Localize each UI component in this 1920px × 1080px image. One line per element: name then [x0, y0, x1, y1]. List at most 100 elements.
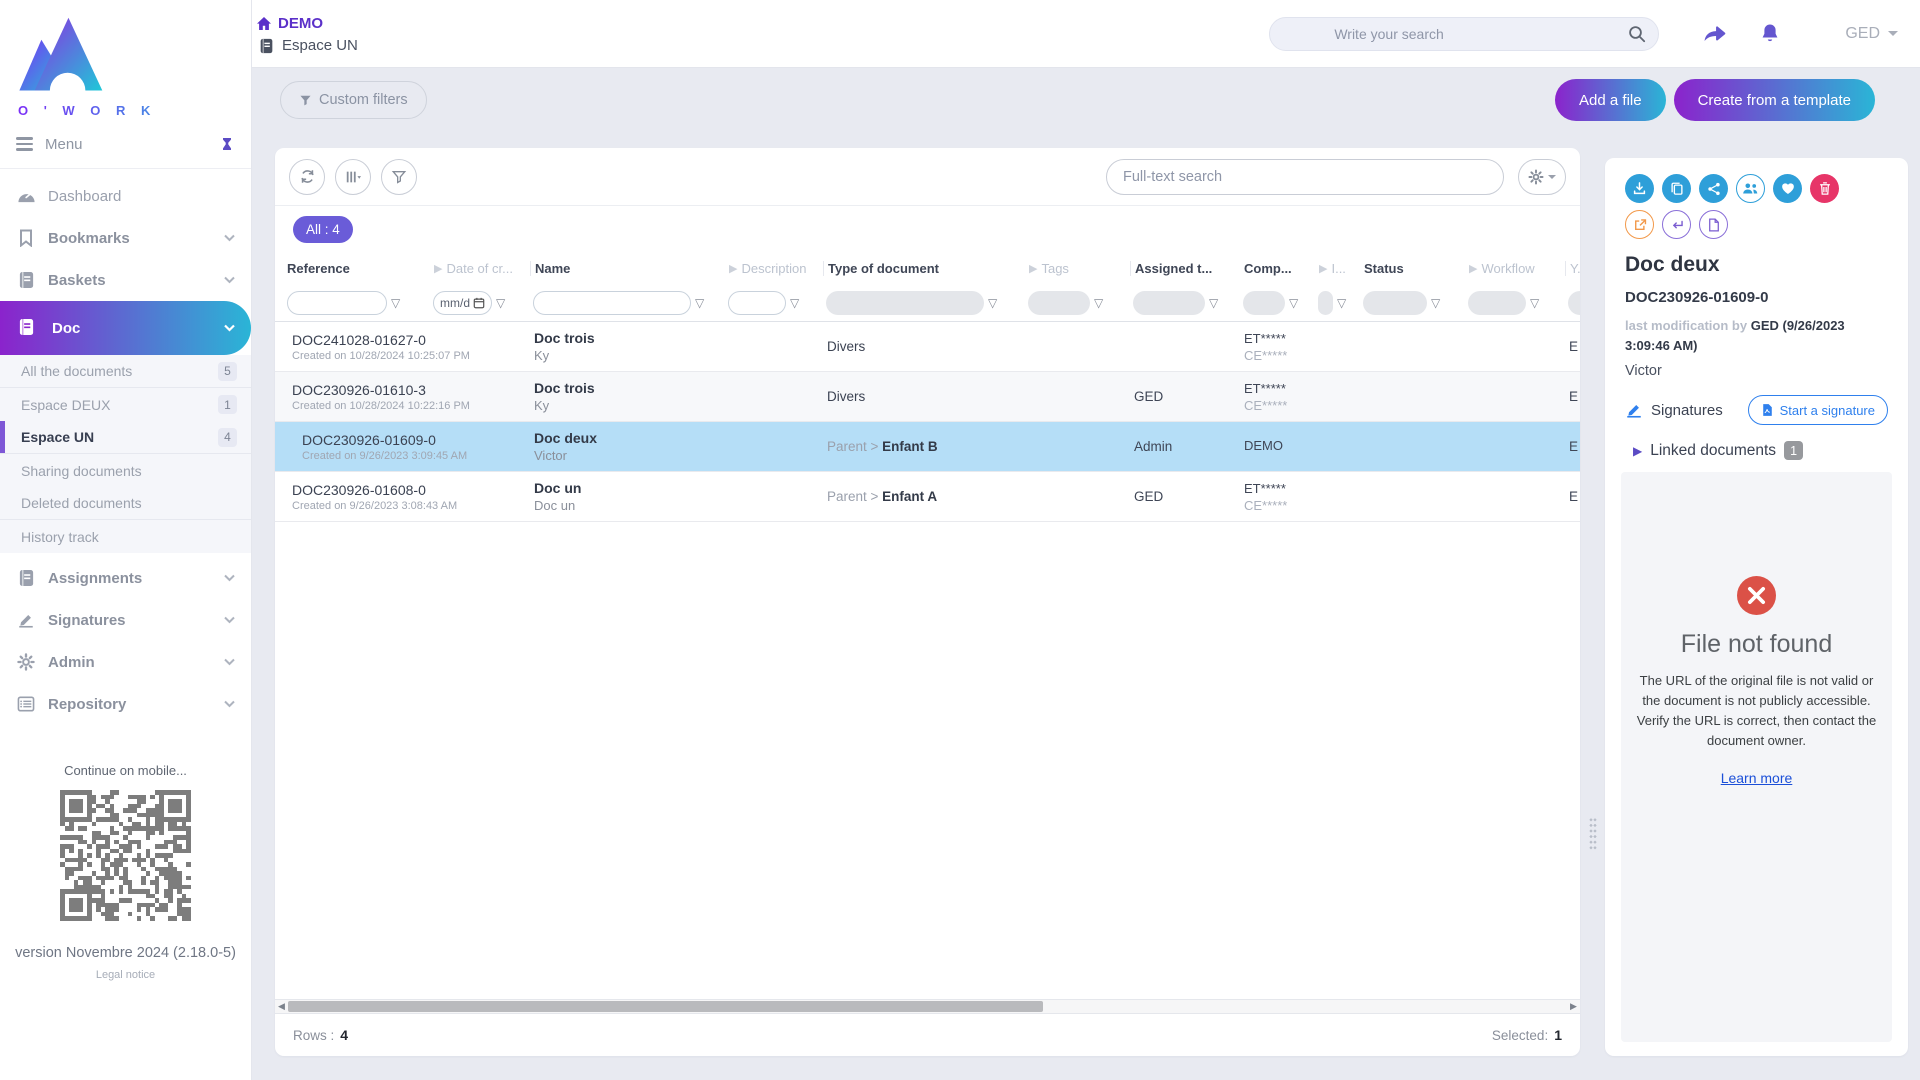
- admin-label: Admin: [48, 654, 224, 671]
- breadcrumb-page[interactable]: Espace UN: [259, 37, 358, 54]
- column-header-status[interactable]: Status: [1360, 261, 1465, 276]
- custom-filters-button[interactable]: Custom filters: [280, 81, 427, 119]
- funnel-icon[interactable]: ▽: [1530, 297, 1539, 309]
- filter-name-input[interactable]: [533, 291, 691, 315]
- fulltext-search-input[interactable]: [1123, 169, 1487, 185]
- document-reference: DOC230926-01608-0: [292, 482, 457, 498]
- brand-name: O ' W O R K: [18, 103, 251, 118]
- sidebar-item-repository[interactable]: Repository: [0, 683, 251, 725]
- funnel-icon[interactable]: ▽: [1431, 297, 1440, 309]
- menu-label: Menu: [45, 136, 219, 153]
- column-header-company[interactable]: Comp...: [1240, 261, 1315, 276]
- column-header-assigned-to[interactable]: Assigned t...: [1130, 261, 1240, 276]
- sidebar-item-espace-un[interactable]: Espace UN 4: [0, 421, 251, 454]
- copy-button[interactable]: [1662, 174, 1691, 203]
- notifications-bell-icon[interactable]: [1757, 21, 1783, 47]
- scroll-left-arrow[interactable]: ◀: [275, 999, 288, 1014]
- book-icon: [16, 568, 36, 588]
- search-icon[interactable]: [1628, 25, 1646, 43]
- panel-resize-handle[interactable]: [1589, 817, 1597, 851]
- open-external-button[interactable]: [1625, 210, 1654, 239]
- filter-tags-select[interactable]: [1028, 291, 1090, 315]
- account-menu[interactable]: GED: [1845, 25, 1898, 43]
- start-signature-button[interactable]: Start a signature: [1748, 395, 1888, 425]
- filter-assigned-select[interactable]: [1133, 291, 1205, 315]
- filter-date-input[interactable]: mm/d: [433, 291, 492, 315]
- sidebar-item-bookmarks[interactable]: Bookmarks: [0, 217, 251, 259]
- funnel-icon[interactable]: ▽: [988, 297, 997, 309]
- assignments-label: Assignments: [48, 570, 224, 587]
- filter-button[interactable]: [381, 159, 417, 195]
- sidebar-menu-toggle[interactable]: Menu: [0, 124, 251, 164]
- filter-type-select[interactable]: [826, 291, 984, 315]
- sidebar-item-dashboard[interactable]: Dashboard: [0, 175, 251, 217]
- assign-users-button[interactable]: [1736, 174, 1765, 203]
- sidebar-item-signatures[interactable]: Signatures: [0, 599, 251, 641]
- column-header-y[interactable]: Y...: [1565, 261, 1580, 276]
- global-search-input[interactable]: [1334, 26, 1628, 42]
- filter-reference-input[interactable]: [287, 291, 387, 315]
- filter-workflow-select[interactable]: [1468, 291, 1526, 315]
- share-button[interactable]: [1699, 174, 1728, 203]
- create-from-template-button[interactable]: Create from a template: [1674, 79, 1875, 121]
- sidebar-item-admin[interactable]: Admin: [0, 641, 251, 683]
- filter-y-select[interactable]: [1568, 291, 1580, 315]
- column-header-date-of-creation[interactable]: ▶Date of cr...: [430, 261, 530, 276]
- sidebar-item-all-documents[interactable]: All the documents 5: [0, 355, 251, 388]
- funnel-icon[interactable]: ▽: [391, 297, 400, 309]
- column-header-i[interactable]: ▶I...: [1315, 261, 1360, 276]
- scrollbar-track[interactable]: [288, 1000, 1567, 1013]
- columns-button[interactable]: [335, 159, 371, 195]
- funnel-icon[interactable]: ▽: [1209, 297, 1218, 309]
- refresh-button[interactable]: [289, 159, 325, 195]
- scrollbar-thumb[interactable]: [288, 1001, 1043, 1012]
- column-header-tags[interactable]: ▶Tags: [1025, 261, 1130, 276]
- sort-triangle-icon: ▶: [434, 262, 442, 275]
- return-button[interactable]: [1662, 210, 1691, 239]
- sidebar-item-assignments[interactable]: Assignments: [0, 557, 251, 599]
- document-properties-button[interactable]: [1699, 210, 1728, 239]
- funnel-icon[interactable]: ▽: [1337, 297, 1346, 309]
- filter-status-select[interactable]: [1363, 291, 1427, 315]
- download-button[interactable]: [1625, 174, 1654, 203]
- grid-footer: Rows : 4 Selected: 1: [275, 1014, 1580, 1056]
- legal-notice-link[interactable]: Legal notice: [0, 969, 251, 981]
- column-header-name[interactable]: Name: [530, 261, 725, 276]
- table-row-selected[interactable]: w DOC230926-01609-0 Created on 9/26/2023…: [275, 422, 1580, 472]
- funnel-icon[interactable]: ▽: [1094, 297, 1103, 309]
- column-header-description[interactable]: ▶Description: [725, 261, 823, 276]
- funnel-icon[interactable]: ▽: [790, 297, 799, 309]
- scope-chip-all[interactable]: All : 4: [293, 216, 353, 243]
- filter-description-input[interactable]: [728, 291, 786, 315]
- filter-i-select[interactable]: [1318, 291, 1333, 315]
- linked-documents-toggle[interactable]: ▶ Linked documents 1: [1625, 441, 1888, 460]
- learn-more-link[interactable]: Learn more: [1721, 770, 1793, 786]
- pin-icon[interactable]: [219, 136, 235, 152]
- sidebar-item-doc-active[interactable]: Doc: [0, 301, 251, 355]
- scroll-right-arrow[interactable]: ▶: [1567, 999, 1580, 1014]
- grid-settings-button[interactable]: [1518, 159, 1566, 195]
- favorite-button[interactable]: [1773, 174, 1802, 203]
- funnel-icon[interactable]: ▽: [695, 297, 704, 309]
- grid-header-row: Reference ▶Date of cr... Name ▶Descripti…: [275, 252, 1580, 284]
- delete-button[interactable]: [1810, 174, 1839, 203]
- column-header-type-of-document[interactable]: Type of document: [823, 261, 1025, 276]
- share-shortcut-icon[interactable]: [1701, 21, 1727, 47]
- breadcrumb-root[interactable]: DEMO: [256, 15, 358, 32]
- funnel-icon[interactable]: ▽: [496, 297, 505, 309]
- sidebar-item-baskets[interactable]: Baskets: [0, 259, 251, 301]
- sidebar-item-history-track[interactable]: History track: [0, 520, 251, 553]
- add-file-button[interactable]: Add a file: [1555, 79, 1666, 121]
- column-header-reference[interactable]: Reference: [275, 261, 430, 276]
- sidebar-item-deleted-documents[interactable]: Deleted documents: [0, 487, 251, 520]
- table-row[interactable]: DOC241028-01627-0 Created on 10/28/2024 …: [275, 322, 1580, 372]
- document-name: Doc trois: [534, 380, 725, 396]
- sidebar-item-sharing-documents[interactable]: Sharing documents: [0, 454, 251, 487]
- table-row[interactable]: DOC230926-01610-3 Created on 10/28/2024 …: [275, 372, 1580, 422]
- chevron-down-icon: [224, 616, 235, 624]
- table-row[interactable]: DOC230926-01608-0 Created on 9/26/2023 3…: [275, 472, 1580, 522]
- sidebar-item-espace-deux[interactable]: Espace DEUX 1: [0, 388, 251, 421]
- funnel-icon[interactable]: ▽: [1289, 297, 1298, 309]
- filter-company-select[interactable]: [1243, 291, 1285, 315]
- column-header-workflow[interactable]: ▶Workflow: [1465, 261, 1565, 276]
